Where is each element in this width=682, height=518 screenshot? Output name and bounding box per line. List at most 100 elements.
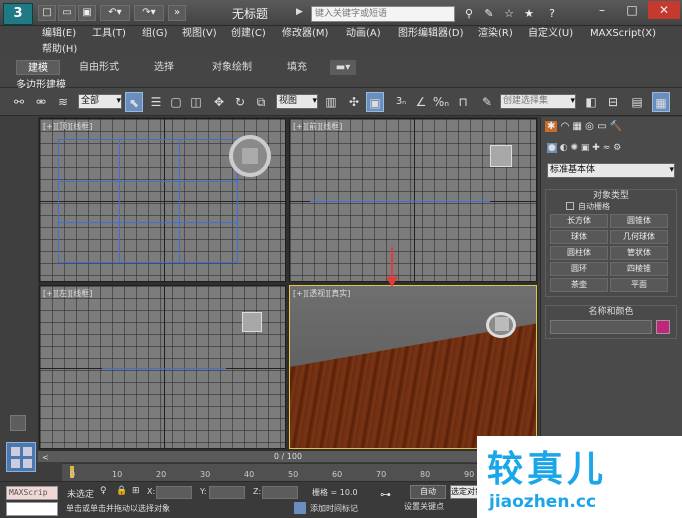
maximize-icon[interactable]: □ <box>618 1 646 19</box>
redo-icon[interactable]: ↷▾ <box>134 5 164 21</box>
keyboard-shortcut-override-icon[interactable]: ▣ <box>366 92 384 112</box>
viewport-front-label[interactable]: [+][前][线框] <box>293 121 342 132</box>
plane-button[interactable]: 平面 <box>610 278 668 292</box>
select-object-icon[interactable]: ⬉ <box>125 92 143 112</box>
ribbon-options-icon[interactable]: ▬▾ <box>330 60 356 75</box>
move-icon[interactable]: ✥ <box>210 92 228 112</box>
viewport-top[interactable]: [+][顶][线框] <box>39 118 286 282</box>
reference-coord-dropdown[interactable]: 视图 ▾ <box>276 94 318 109</box>
rectangular-selection-icon[interactable]: ▢ <box>167 92 185 112</box>
absolute-mode-icon[interactable]: ⊞ <box>132 486 140 496</box>
ribbon-tab-modeling[interactable]: 建模 <box>16 60 60 75</box>
angle-snap-icon[interactable]: ∠ <box>412 92 430 112</box>
object-color-swatch[interactable] <box>656 320 670 334</box>
cone-button[interactable]: 圆锥体 <box>610 214 668 228</box>
key-icon[interactable]: ⊶ <box>380 488 391 501</box>
primitive-category-dropdown[interactable]: 标准基本体 ▾ <box>547 163 675 178</box>
viewcube-icon[interactable] <box>486 312 516 338</box>
selection-filter-dropdown[interactable]: 全部 ▾ <box>78 94 122 109</box>
geosphere-button[interactable]: 几何球体 <box>610 230 668 244</box>
cameras-icon[interactable]: ▣ <box>581 143 590 153</box>
name-color-title[interactable]: 名称和颜色 <box>546 306 676 318</box>
y-coordinate-field[interactable] <box>209 486 245 499</box>
menu-customize[interactable]: 自定义(U) <box>528 26 573 42</box>
menu-create[interactable]: 创建(C) <box>231 26 266 42</box>
object-type-title[interactable]: 对象类型 <box>546 190 676 202</box>
viewport-perspective-label[interactable]: [+][透视][真实] <box>293 288 350 299</box>
menu-help[interactable]: 帮助(H) <box>42 42 77 58</box>
track-bar[interactable]: 0 10 20 30 40 50 60 70 80 90 <box>62 463 542 481</box>
lights-icon[interactable]: ✺ <box>570 143 578 153</box>
set-key-button[interactable]: 设置关键点 <box>404 501 444 512</box>
layer-manager-icon[interactable]: ▤ <box>628 92 646 112</box>
new-file-icon[interactable]: □ <box>38 5 56 21</box>
rotate-icon[interactable]: ↻ <box>231 92 249 112</box>
viewport-layout-tab-icon[interactable] <box>6 442 36 472</box>
menu-graph-editors[interactable]: 图形编辑器(D) <box>398 26 464 42</box>
isolate-icon[interactable]: ♀ <box>100 486 107 496</box>
tools-icon[interactable]: ✎ <box>480 6 498 22</box>
viewport-left-label[interactable]: [+][左][线框] <box>43 288 92 299</box>
edit-named-selection-icon[interactable]: ✎ <box>478 92 496 112</box>
systems-icon[interactable]: ⚙ <box>613 143 621 153</box>
named-selection-dropdown[interactable]: 创建选择集 ▾ <box>500 94 576 109</box>
teapot-button[interactable]: 茶壶 <box>550 278 608 292</box>
search-go-icon[interactable]: ▶ <box>296 7 303 17</box>
auto-key-button[interactable]: 自动 <box>410 485 446 499</box>
menu-rendering[interactable]: 渲染(R) <box>478 26 513 42</box>
motion-tab-icon[interactable]: ◎ <box>585 121 594 132</box>
mirror-icon[interactable]: ◧ <box>582 92 600 112</box>
app-logo-button[interactable]: 3 <box>3 3 33 25</box>
bind-space-warp-icon[interactable]: ≋ <box>54 92 72 112</box>
z-coordinate-field[interactable] <box>262 486 298 499</box>
viewport-front[interactable]: [+][前][线框] <box>289 118 537 282</box>
window-crossing-icon[interactable]: ◫ <box>187 92 205 112</box>
help-icon[interactable]: ? <box>543 6 561 22</box>
minimize-icon[interactable]: – <box>588 1 616 19</box>
more-icon[interactable]: » <box>168 5 186 21</box>
open-file-icon[interactable]: ▭ <box>58 5 76 21</box>
maxscript-output[interactable] <box>6 502 58 516</box>
add-time-tag[interactable]: 添加时间标记 <box>310 503 358 514</box>
modify-tab-icon[interactable]: ◠ <box>561 121 570 132</box>
align-icon[interactable]: ⊟ <box>604 92 622 112</box>
menu-modifiers[interactable]: 修改器(M) <box>282 26 328 42</box>
star-icon[interactable]: ☆ <box>500 6 518 22</box>
create-tab-icon[interactable]: ✱ <box>545 121 558 132</box>
object-name-input[interactable] <box>550 320 652 334</box>
ribbon-tab-freeform[interactable]: 自由形式 <box>74 60 124 75</box>
viewcube-icon[interactable] <box>242 312 262 332</box>
x-coordinate-field[interactable] <box>156 486 192 499</box>
scale-icon[interactable]: ⧉ <box>252 92 270 112</box>
geometry-icon[interactable]: ● <box>547 143 557 153</box>
percent-snap-icon[interactable]: %ₙ <box>432 92 450 112</box>
menu-tools[interactable]: 工具(T) <box>92 26 126 42</box>
select-manipulate-icon[interactable]: ✣ <box>345 92 363 112</box>
spinner-snap-icon[interactable]: ⊓ <box>454 92 472 112</box>
close-icon[interactable]: ✕ <box>648 1 680 19</box>
box-button[interactable]: 长方体 <box>550 214 608 228</box>
pyramid-button[interactable]: 四棱锥 <box>610 262 668 276</box>
autogrid-checkbox[interactable] <box>566 202 574 210</box>
pivot-center-icon[interactable]: ▥ <box>322 92 340 112</box>
helpers-icon[interactable]: ✚ <box>592 143 600 153</box>
menu-maxscript[interactable]: MAXScript(X) <box>590 26 656 42</box>
space-warps-icon[interactable]: ≈ <box>603 143 611 153</box>
undo-icon[interactable]: ↶▾ <box>100 5 130 21</box>
menu-edit[interactable]: 编辑(E) <box>42 26 76 42</box>
menu-view[interactable]: 视图(V) <box>182 26 217 42</box>
viewcube-icon[interactable] <box>490 145 512 167</box>
utilities-tab-icon[interactable]: 🔨 <box>610 121 622 132</box>
tube-button[interactable]: 管状体 <box>610 246 668 260</box>
time-tag-icon[interactable] <box>294 502 306 514</box>
menu-group[interactable]: 组(G) <box>142 26 168 42</box>
hierarchy-tab-icon[interactable]: ▦ <box>573 121 582 132</box>
star-filled-icon[interactable]: ★ <box>520 6 538 22</box>
binoculars-icon[interactable]: ⚲ <box>460 6 478 22</box>
viewport-left[interactable]: [+][左][线框] <box>39 285 286 449</box>
save-icon[interactable]: ▣ <box>78 5 96 21</box>
time-slider[interactable]: 0 / 100 < > <box>38 450 538 462</box>
ribbon-tab-populate[interactable]: 填充 <box>280 60 314 75</box>
graphite-toolbar-icon[interactable]: ▦ <box>652 92 670 112</box>
viewport-top-label[interactable]: [+][顶][线框] <box>43 121 92 132</box>
